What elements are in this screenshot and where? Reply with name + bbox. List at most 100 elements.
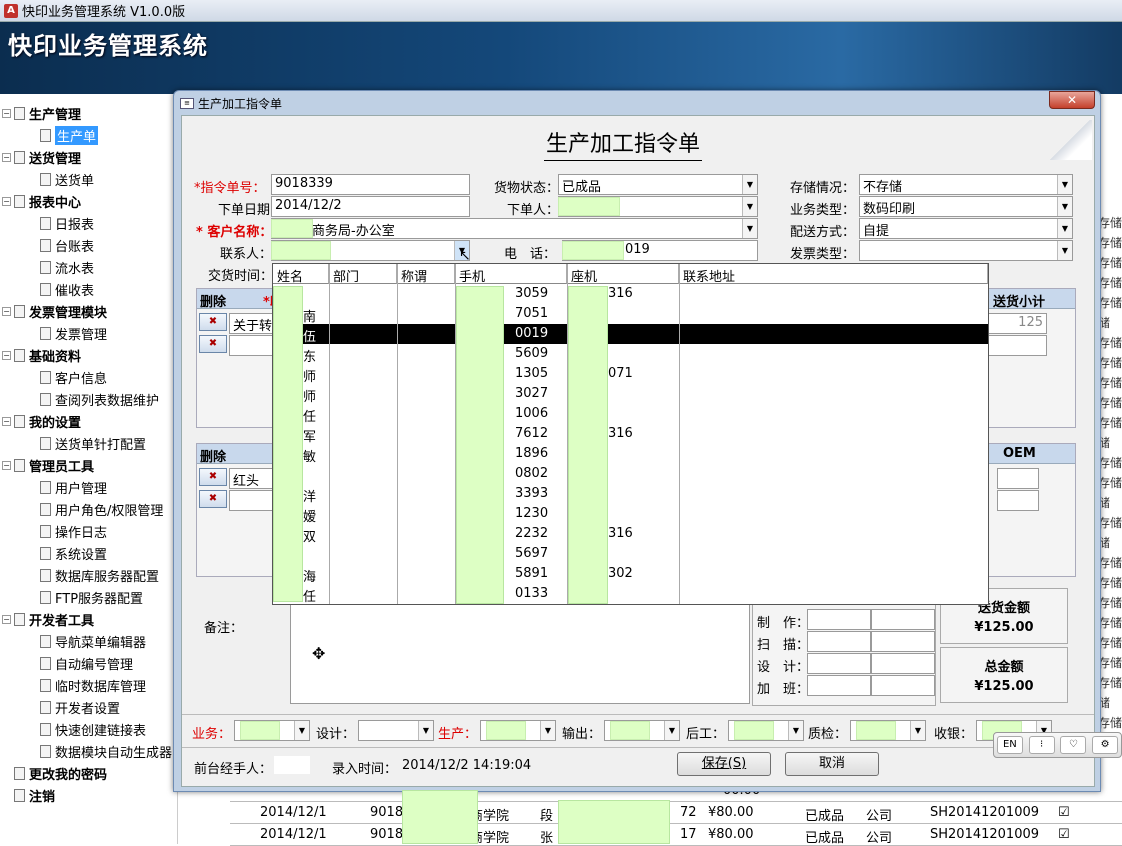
subtotal-field[interactable]: 125	[987, 313, 1047, 334]
sidebar-item[interactable]: − 送货管理	[2, 146, 81, 168]
list-item[interactable]: 南 7051	[273, 304, 988, 325]
fee-field[interactable]	[871, 653, 935, 674]
remarks-textarea[interactable]	[290, 596, 750, 704]
chevron-down-icon[interactable]: ▼	[788, 721, 803, 740]
chevron-down-icon[interactable]: ▼	[742, 197, 757, 216]
expand-toggle-icon[interactable]: −	[2, 306, 11, 316]
expand-toggle-icon[interactable]: −	[2, 108, 11, 118]
list-item[interactable]: 洋 3393	[273, 484, 988, 505]
sidebar-item[interactable]: 开发者设置	[40, 696, 120, 718]
column-header[interactable]: 联系地址	[679, 264, 988, 285]
list-item[interactable]: 师 3027	[273, 384, 988, 405]
fee-field[interactable]	[871, 609, 935, 630]
list-item[interactable]: 3059 316	[273, 284, 988, 304]
delete-row-button[interactable]: ✖	[199, 335, 227, 353]
order-date-field[interactable]: 2014/12/2	[271, 196, 470, 217]
sidebar-item[interactable]: 临时数据库管理	[40, 674, 146, 696]
list-item[interactable]: 任 0133	[273, 584, 988, 605]
list-item[interactable]: 东 5609	[273, 344, 988, 365]
oem-field[interactable]	[997, 468, 1039, 489]
chevron-down-icon[interactable]: ▼	[540, 721, 555, 740]
list-item[interactable]: 嫒 1230	[273, 504, 988, 525]
checkbox[interactable]: ☑	[1058, 805, 1070, 820]
chevron-down-icon[interactable]: ▼	[910, 721, 925, 740]
sidebar-item[interactable]: 发票管理	[40, 322, 107, 344]
sidebar-item[interactable]: 流水表	[40, 256, 94, 278]
list-item[interactable]: 师 1305 071	[273, 364, 988, 385]
delete-row-button[interactable]: ✖	[199, 468, 227, 486]
sidebar-item[interactable]: 查阅列表数据维护	[40, 388, 159, 410]
list-item[interactable]: 敏 1896	[273, 444, 988, 465]
heart-icon[interactable]: ♡	[1060, 736, 1087, 754]
sidebar-item[interactable]: − 生产管理	[2, 102, 81, 124]
sidebar-item[interactable]: 台账表	[40, 234, 94, 256]
chevron-down-icon[interactable]: ▼	[664, 721, 679, 740]
sidebar-item[interactable]: FTP服务器配置	[40, 586, 143, 608]
chevron-down-icon[interactable]: ▼	[418, 721, 433, 740]
fee-field[interactable]	[871, 631, 935, 652]
sidebar-item[interactable]: − 开发者工具	[2, 608, 94, 630]
sidebar-item[interactable]: 自动编号管理	[40, 652, 133, 674]
column-header[interactable]: 手机	[455, 264, 567, 285]
sidebar-item[interactable]: − 管理员工具	[2, 454, 94, 476]
menu-icon[interactable]: ⁝	[1028, 736, 1055, 754]
column-header[interactable]: 称谓	[397, 264, 455, 285]
sidebar-item[interactable]: 客户信息	[40, 366, 107, 388]
sidebar-item[interactable]: 更改我的密码	[2, 762, 107, 784]
list-item[interactable]: 海 5891 302	[273, 564, 988, 585]
fee-field[interactable]	[807, 631, 871, 652]
sidebar-item[interactable]: 数据库服务器配置	[40, 564, 159, 586]
customer-field[interactable]: 商务局-办公室 ▼	[271, 218, 758, 239]
chevron-down-icon[interactable]: ▼	[1057, 175, 1072, 194]
column-header[interactable]: 座机	[567, 264, 679, 285]
fee-field[interactable]	[807, 653, 871, 674]
contact-dropdown-list[interactable]: 姓名 部门 称谓 手机 座机 联系地址 3059 316 南 7051 伍 0019 东 5609 师 130…	[272, 248, 989, 605]
biz-type-select[interactable]: 数码印刷 ▼	[859, 196, 1073, 217]
delete-row-button[interactable]: ✖	[199, 313, 227, 331]
goods-status-select[interactable]: 已成品 ▼	[558, 174, 758, 195]
oem-field[interactable]	[997, 490, 1039, 511]
sidebar-item[interactable]: − 我的设置	[2, 410, 81, 432]
order-no-field[interactable]: 9018339	[271, 174, 470, 195]
chevron-down-icon[interactable]: ▼	[1057, 197, 1072, 216]
sidebar-item[interactable]: − 基础资料	[2, 344, 81, 366]
expand-toggle-icon[interactable]: −	[2, 416, 11, 426]
gear-icon[interactable]: ⚙	[1092, 736, 1119, 754]
sidebar-item[interactable]: 送货单	[40, 168, 94, 190]
sidebar-item[interactable]: 操作日志	[40, 520, 107, 542]
sidebar-item[interactable]: 导航菜单编辑器	[40, 630, 146, 652]
staff-select[interactable]: ▼	[358, 720, 434, 741]
lang-indicator-icon[interactable]: EN	[996, 736, 1023, 754]
chevron-down-icon[interactable]: ▼	[1057, 241, 1072, 260]
chevron-down-icon[interactable]: ▼	[742, 219, 757, 238]
subtotal-field[interactable]	[987, 335, 1047, 356]
close-button[interactable]: ✕	[1049, 91, 1095, 109]
ship-mode-select[interactable]: 自提 ▼	[859, 218, 1073, 239]
sidebar-item[interactable]: 快速创建链接表	[40, 718, 146, 740]
expand-toggle-icon[interactable]: −	[2, 350, 11, 360]
delete-row-button[interactable]: ✖	[199, 490, 227, 508]
sidebar-item[interactable]: 催收表	[40, 278, 94, 300]
sidebar-item[interactable]: 数据模块自动生成器	[40, 740, 172, 762]
checkbox[interactable]: ☑	[1058, 827, 1070, 842]
fee-field[interactable]	[871, 675, 935, 696]
storage-select[interactable]: 不存储 ▼	[859, 174, 1073, 195]
chevron-down-icon[interactable]: ▼	[294, 721, 309, 740]
expand-toggle-icon[interactable]: −	[2, 152, 11, 162]
table-row[interactable]: 2014/12/1 9018312 商学院段 72 ¥80.00 已成品 公司 SH20141…	[230, 802, 1122, 824]
list-item[interactable]: 0802	[273, 464, 988, 484]
chevron-down-icon[interactable]: ▼	[742, 175, 757, 194]
sidebar-item[interactable]: 生产单	[40, 124, 99, 146]
list-item[interactable]: 伍 0019	[273, 324, 988, 345]
list-item[interactable]: 5697	[273, 544, 988, 564]
list-item[interactable]: 双 2232 316	[273, 524, 988, 545]
save-button[interactable]: 保存(S)	[677, 752, 771, 776]
expand-toggle-icon[interactable]: −	[2, 196, 11, 206]
chevron-down-icon[interactable]: ▼	[1057, 219, 1072, 238]
table-row[interactable]: 2014/12/1 9018311 商学院张 17 ¥80.00 已成品 公司 SH20141…	[230, 824, 1122, 846]
list-item[interactable]: 任 1006	[273, 404, 988, 425]
cancel-button[interactable]: 取消	[785, 752, 879, 776]
sidebar-item[interactable]: 用户角色/权限管理	[40, 498, 163, 520]
list-item[interactable]: 军 7612 316	[273, 424, 988, 445]
expand-toggle-icon[interactable]: −	[2, 460, 11, 470]
